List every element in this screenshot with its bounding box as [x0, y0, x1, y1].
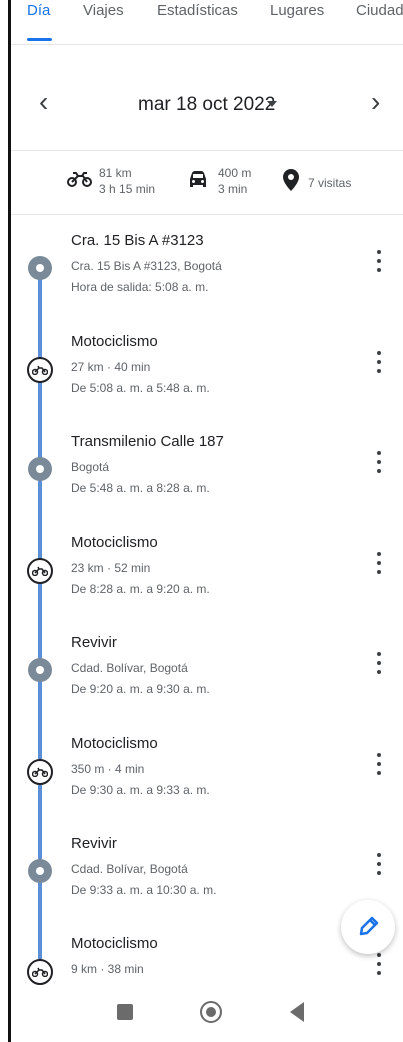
entry-detail: 27 km · 40 min [71, 360, 151, 374]
timeline-entry[interactable]: Revivir Cdad. Bolívar, Bogotá De 9:20 a.… [11, 634, 403, 734]
timeline-entry[interactable]: Cra. 15 Bis A #3123 Cra. 15 Bis A #3123,… [11, 232, 403, 332]
entry-detail: Cra. 15 Bis A #3123, Bogotá [71, 259, 222, 273]
next-day-button[interactable]: › [371, 88, 380, 116]
more-options-icon[interactable] [369, 753, 389, 779]
tab-bar: Día Viajes Estadísticas Lugares Ciudad [11, 0, 403, 45]
entry-time: De 5:08 a. m. a 5:48 a. m. [71, 381, 210, 395]
entry-detail: Cdad. Bolívar, Bogotá [71, 862, 188, 876]
more-options-icon[interactable] [369, 351, 389, 377]
more-options-icon[interactable] [369, 652, 389, 678]
date-navigator: ‹ mar 18 oct 2022 › [11, 80, 403, 132]
home-button-icon[interactable] [200, 1001, 222, 1023]
visits-count: 7 visitas [308, 176, 352, 190]
entry-title: Revivir [71, 835, 117, 852]
tab-dia[interactable]: Día [27, 2, 50, 19]
tab-viajes[interactable]: Viajes [83, 2, 124, 19]
place-marker-icon [28, 256, 52, 280]
more-options-icon[interactable] [369, 853, 389, 879]
tab-lugares[interactable]: Lugares [270, 2, 324, 19]
entry-detail: Cdad. Bolívar, Bogotá [71, 661, 188, 675]
motorcycle-marker-icon [27, 959, 53, 985]
tab-estadisticas[interactable]: Estadísticas [157, 2, 238, 19]
place-marker-icon [28, 859, 52, 883]
entry-title: Motociclismo [71, 534, 158, 551]
entry-time: De 9:20 a. m. a 9:30 a. m. [71, 682, 210, 696]
motorcycle-icon [67, 171, 93, 192]
entry-time: De 9:33 a. m. a 10:30 a. m. [71, 883, 217, 897]
more-options-icon[interactable] [369, 552, 389, 578]
car-distance: 400 m [218, 166, 252, 180]
edit-fab-button[interactable] [341, 900, 395, 954]
entry-detail: 9 km · 38 min [71, 962, 144, 976]
date-selector[interactable]: mar 18 oct 2022 [138, 94, 275, 116]
more-options-icon[interactable] [369, 953, 389, 979]
motorcycle-marker-icon [27, 759, 53, 785]
car-icon [187, 169, 209, 196]
entry-title: Motociclismo [71, 735, 158, 752]
timeline-entry[interactable]: Motociclismo 23 km · 52 min De 8:28 a. m… [11, 534, 403, 634]
back-button-icon[interactable] [290, 1002, 304, 1022]
timeline-entry[interactable]: Motociclismo 27 km · 40 min De 5:08 a. m… [11, 333, 403, 433]
location-pin-icon [283, 169, 299, 196]
motorcycle-marker-icon [27, 558, 53, 584]
recents-button-icon[interactable] [117, 1004, 133, 1020]
entry-detail: Bogotá [71, 460, 110, 474]
moto-distance: 81 km [99, 166, 132, 180]
more-options-icon[interactable] [369, 451, 389, 477]
window-edge [0, 0, 11, 1042]
timeline-app: Día Viajes Estadísticas Lugares Ciudad ‹… [11, 0, 403, 1042]
entry-detail: 350 m · 4 min [71, 762, 145, 776]
dropdown-caret-icon[interactable] [267, 101, 277, 107]
pencil-icon [359, 916, 379, 936]
entry-detail: 23 km · 52 min [71, 561, 151, 575]
entry-time: De 5:48 a. m. a 8:28 a. m. [71, 481, 210, 495]
place-marker-icon [28, 457, 52, 481]
active-tab-indicator [27, 38, 52, 41]
entry-time: De 9:30 a. m. a 9:33 a. m. [71, 783, 210, 797]
entry-title: Transmilenio Calle 187 [71, 433, 224, 450]
timeline-entry[interactable]: Motociclismo 350 m · 4 min De 9:30 a. m.… [11, 735, 403, 835]
entry-title: Cra. 15 Bis A #3123 [71, 232, 204, 249]
timeline-entry[interactable]: Transmilenio Calle 187 Bogotá De 5:48 a.… [11, 433, 403, 533]
prev-day-button[interactable]: ‹ [39, 88, 48, 116]
entry-time: Hora de salida: 5:08 a. m. [71, 280, 209, 294]
place-marker-icon [28, 658, 52, 682]
more-options-icon[interactable] [369, 250, 389, 276]
day-summary: 81 km 3 h 15 min 400 m 3 min 7 visitas [11, 150, 403, 215]
entry-title: Motociclismo [71, 935, 158, 952]
system-navigation-bar [11, 985, 403, 1042]
tab-ciudad[interactable]: Ciudad [356, 2, 403, 19]
entry-title: Revivir [71, 634, 117, 651]
car-duration: 3 min [218, 182, 248, 196]
moto-duration: 3 h 15 min [99, 182, 156, 196]
entry-title: Motociclismo [71, 333, 158, 350]
motorcycle-marker-icon [27, 357, 53, 383]
entry-time: De 8:28 a. m. a 9:20 a. m. [71, 582, 210, 596]
